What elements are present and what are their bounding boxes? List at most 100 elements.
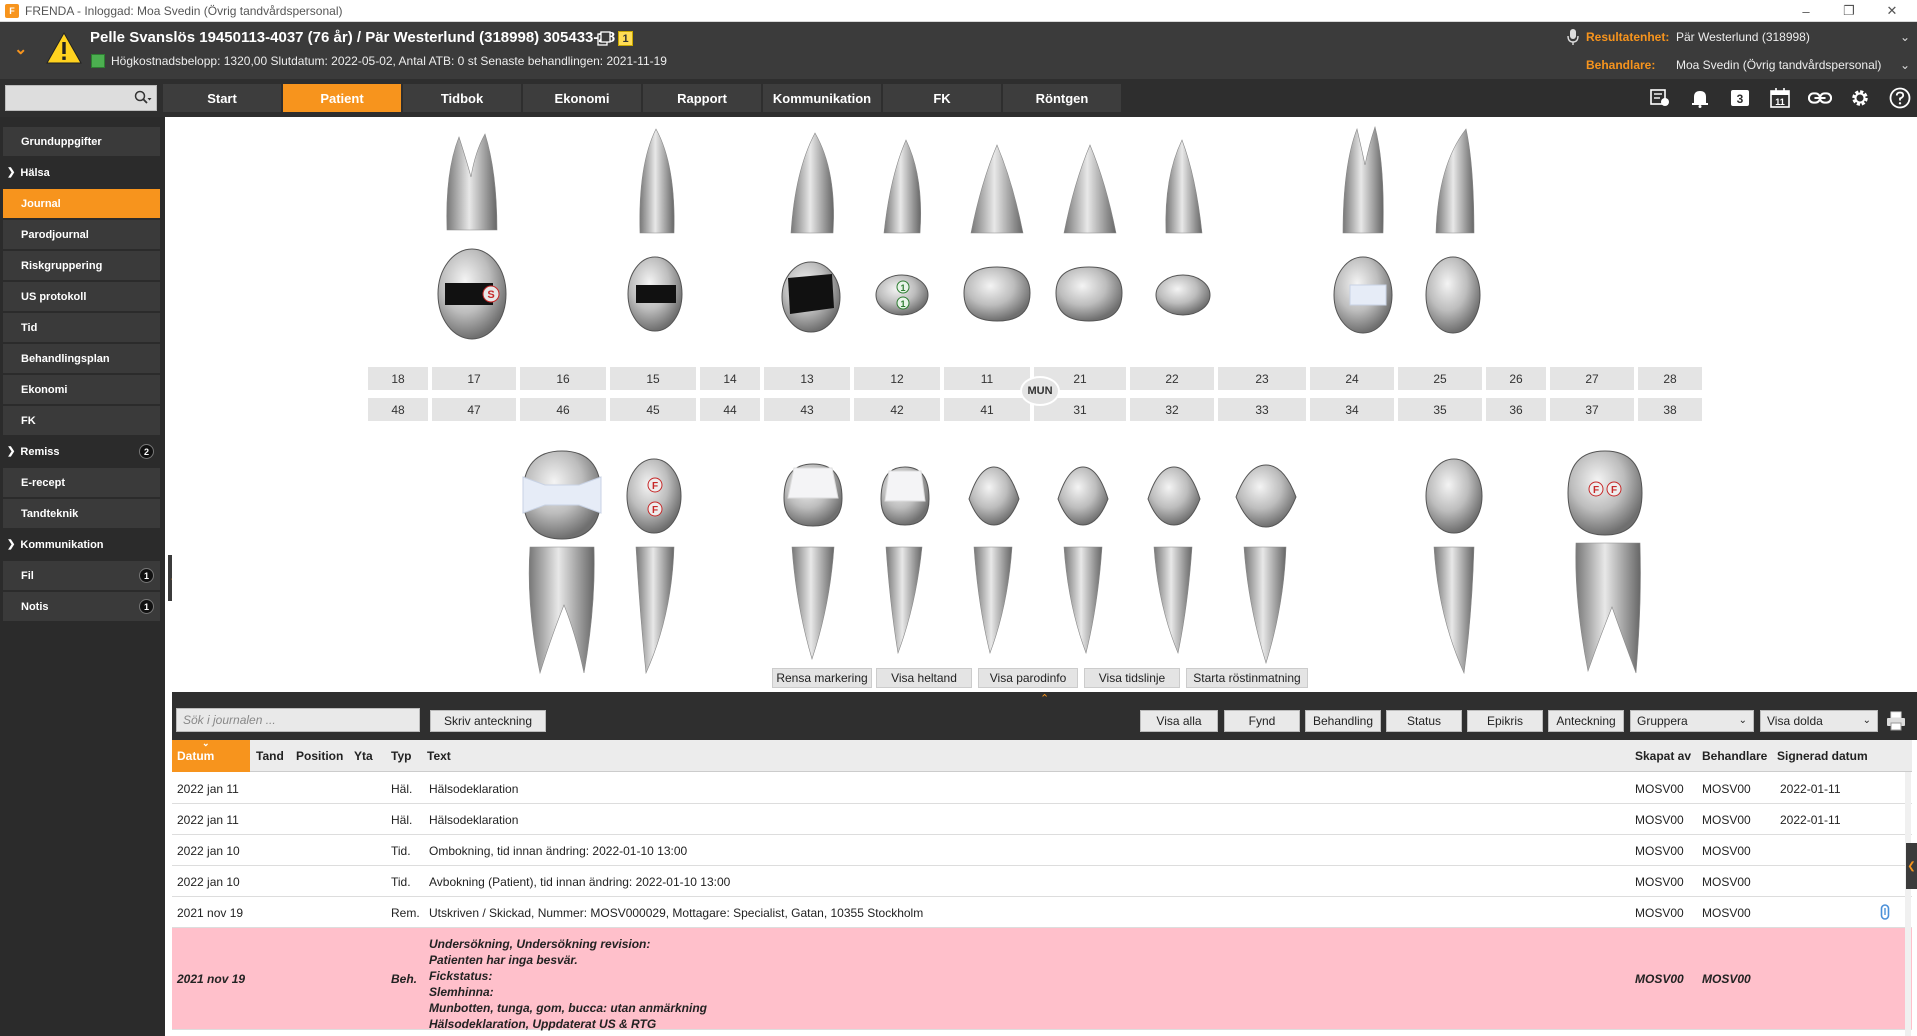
- attachment-icon[interactable]: [1880, 904, 1890, 920]
- tooth-number-15[interactable]: 15: [610, 367, 696, 390]
- show-full-tooth-button[interactable]: Visa heltand: [876, 668, 972, 688]
- filter-visa-alla-button[interactable]: Visa alla: [1140, 710, 1218, 732]
- printer-icon[interactable]: [1886, 711, 1906, 731]
- tooth-number-47[interactable]: 47: [432, 398, 516, 421]
- tooth-number-22[interactable]: 22: [1130, 367, 1214, 390]
- tooth-17-root[interactable]: [437, 132, 507, 232]
- tooth-46-root[interactable]: [522, 545, 602, 675]
- tooth-number-35[interactable]: 35: [1398, 398, 1482, 421]
- clear-selection-button[interactable]: Rensa markering: [772, 668, 872, 688]
- sidebar-group-remiss[interactable]: ❯ Remiss 2: [3, 437, 160, 466]
- tooth-number-13[interactable]: 13: [764, 367, 850, 390]
- counter-icon[interactable]: 3: [1728, 87, 1752, 109]
- tab-patient[interactable]: Patient: [283, 84, 401, 112]
- mun-button[interactable]: MUN: [1020, 376, 1060, 406]
- tab-rapport[interactable]: Rapport: [643, 84, 761, 112]
- tooth-number-23[interactable]: 23: [1218, 367, 1306, 390]
- tooth-32-root[interactable]: [1150, 545, 1196, 655]
- tooth-13-crown[interactable]: [780, 260, 842, 334]
- sidebar-item-ekonomi[interactable]: Ekonomi: [3, 375, 160, 404]
- link-icon[interactable]: [1808, 87, 1832, 109]
- tooth-number-25[interactable]: 25: [1398, 367, 1482, 390]
- tooth-25-crown[interactable]: [1424, 255, 1482, 335]
- sidebar-item-e-recept[interactable]: E-recept: [3, 468, 160, 497]
- tooth-11-crown[interactable]: [960, 263, 1034, 325]
- write-note-button[interactable]: Skriv anteckning: [430, 710, 546, 732]
- column-header-text[interactable]: Text: [427, 740, 451, 772]
- tooth-22-crown[interactable]: [1154, 272, 1212, 318]
- filter-anteckning-button[interactable]: Anteckning: [1548, 710, 1624, 732]
- microphone-icon[interactable]: [1566, 28, 1580, 46]
- warning-icon[interactable]: [46, 32, 82, 64]
- tooth-32-crown[interactable]: [1144, 463, 1204, 529]
- expand-chart-chevron-up-icon[interactable]: ⌃: [1040, 692, 1049, 705]
- tooth-number-24[interactable]: 24: [1310, 367, 1394, 390]
- gruppera-select[interactable]: Gruppera ⌄: [1630, 710, 1754, 732]
- filter-epikris-button[interactable]: Epikris: [1467, 710, 1543, 732]
- tooth-31-root[interactable]: [1060, 545, 1106, 655]
- tooth-25-root[interactable]: [1430, 125, 1480, 235]
- tooth-35-crown[interactable]: [1424, 457, 1484, 535]
- tooth-number-37[interactable]: 37: [1550, 398, 1634, 421]
- tooth-11-root[interactable]: [967, 143, 1027, 235]
- show-parodinfo-button[interactable]: Visa parodinfo: [978, 668, 1078, 688]
- sidebar-item-tid[interactable]: Tid: [3, 313, 160, 342]
- tooth-17-crown[interactable]: S: [435, 247, 509, 342]
- tooth-33-root[interactable]: [1240, 545, 1290, 665]
- sidebar-item-riskgruppering[interactable]: Riskgruppering: [3, 251, 160, 280]
- tab-tidbok[interactable]: Tidbok: [403, 84, 521, 112]
- sidebar-item-parodjournal[interactable]: Parodjournal: [3, 220, 160, 249]
- tooth-45-root[interactable]: [632, 545, 678, 675]
- tooth-41-root[interactable]: [970, 545, 1016, 655]
- tooth-number-38[interactable]: 38: [1638, 398, 1702, 421]
- tooth-31-crown[interactable]: [1054, 463, 1112, 529]
- tooth-24-root[interactable]: [1337, 125, 1389, 235]
- journal-search-input[interactable]: Sök i journalen ...: [176, 708, 420, 732]
- tooth-number-33[interactable]: 33: [1218, 398, 1306, 421]
- tooth-number-17[interactable]: 17: [432, 367, 516, 390]
- tooth-number-36[interactable]: 36: [1486, 398, 1546, 421]
- filter-fynd-button[interactable]: Fynd: [1224, 710, 1300, 732]
- tooth-15-crown[interactable]: [626, 255, 684, 333]
- tooth-42-root[interactable]: [882, 545, 926, 655]
- tooth-number-16[interactable]: 16: [520, 367, 606, 390]
- tooth-number-26[interactable]: 26: [1486, 367, 1546, 390]
- table-row[interactable]: 2022 jan 11 Häl. Hälsodeklaration MOSV00…: [172, 773, 1912, 804]
- tab-rontgen[interactable]: Röntgen: [1003, 84, 1121, 112]
- table-row-highlighted[interactable]: 2021 nov 19 Beh. Undersökning, Undersökn…: [172, 928, 1912, 1031]
- search-icon[interactable]: [134, 90, 152, 106]
- table-row[interactable]: 2022 jan 10 Tid. Avbokning (Patient), ti…: [172, 866, 1912, 897]
- restore-button[interactable]: ❐: [1826, 0, 1872, 22]
- sidebar-item-fil[interactable]: Fil 1: [3, 561, 160, 590]
- tooth-number-14[interactable]: 14: [700, 367, 760, 390]
- sidebar-group-halsa[interactable]: ❯ Hälsa: [3, 158, 160, 187]
- tooth-42-crown[interactable]: [877, 463, 933, 529]
- tooth-number-42[interactable]: 42: [854, 398, 940, 421]
- column-header-yta[interactable]: Yta: [354, 740, 373, 772]
- sidebar-item-grunduppgifter[interactable]: Grunduppgifter: [3, 127, 160, 156]
- column-header-typ[interactable]: Typ: [391, 740, 411, 772]
- tooth-41-crown[interactable]: [965, 463, 1023, 529]
- tab-start[interactable]: Start: [163, 84, 281, 112]
- column-header-tand[interactable]: Tand: [256, 740, 284, 772]
- table-row[interactable]: 2022 jan 10 Tid. Ombokning, tid innan än…: [172, 835, 1912, 866]
- visa-dolda-select[interactable]: Visa dolda ⌄: [1760, 710, 1878, 732]
- tooth-36-crown[interactable]: F F: [1562, 447, 1648, 539]
- tab-ekonomi[interactable]: Ekonomi: [523, 84, 641, 112]
- tooth-number-41[interactable]: 41: [944, 398, 1030, 421]
- tooth-36-root[interactable]: [1570, 541, 1646, 675]
- bell-icon[interactable]: [1688, 87, 1712, 109]
- right-panel-chevron-icon[interactable]: ❮: [1906, 843, 1917, 889]
- tooth-12-crown[interactable]: 1 1: [874, 272, 930, 318]
- gear-icon[interactable]: [1848, 87, 1872, 109]
- tooth-number-46[interactable]: 46: [520, 398, 606, 421]
- minimize-button[interactable]: –: [1783, 0, 1829, 22]
- column-header-signerad-datum[interactable]: Signerad datum: [1777, 740, 1868, 772]
- tooth-43-root[interactable]: [788, 545, 838, 661]
- tooth-number-34[interactable]: 34: [1310, 398, 1394, 421]
- tooth-45-crown[interactable]: F F: [625, 457, 683, 535]
- tooth-46-crown[interactable]: [517, 447, 607, 543]
- tooth-24-crown[interactable]: [1332, 255, 1394, 335]
- sidebar-item-fk[interactable]: FK: [3, 406, 160, 435]
- start-voice-input-button[interactable]: Starta röstinmatning: [1186, 668, 1308, 688]
